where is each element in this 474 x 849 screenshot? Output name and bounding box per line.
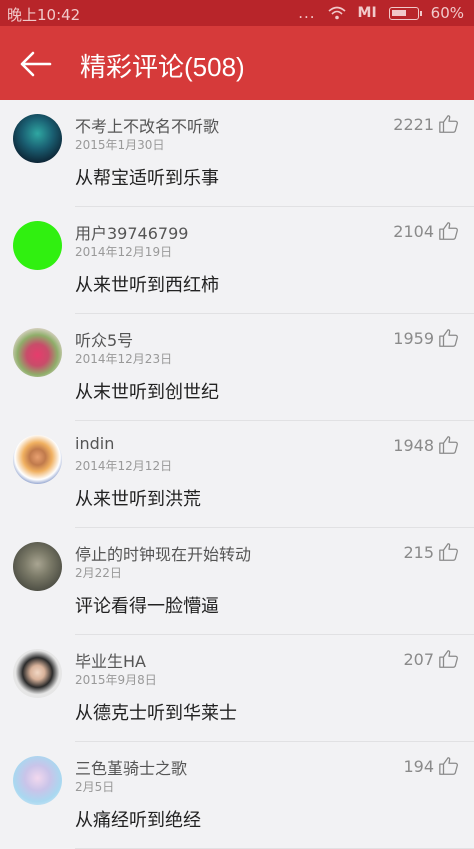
like-count: 215 xyxy=(403,542,434,562)
comment-item[interactable]: 用户39746799 2014年12月19日 从来世听到西红柿 2104 xyxy=(0,207,474,314)
status-time: 晚上10:42 xyxy=(7,6,81,24)
comment-username[interactable]: indin xyxy=(75,434,114,453)
like-button[interactable]: 207 xyxy=(403,648,460,670)
like-count: 2221 xyxy=(393,114,434,134)
comment-username[interactable]: 用户39746799 xyxy=(75,220,188,244)
comment-item[interactable]: 不考上不改名不听歌 2015年1月30日 从帮宝适听到乐事 2221 xyxy=(0,100,474,207)
page-title: 精彩评论(508) xyxy=(80,52,245,82)
like-button[interactable]: 2104 xyxy=(393,220,460,242)
comment-item[interactable]: 三色堇骑士之歌 2月5日 从痛经听到绝经 194 xyxy=(0,742,474,849)
battery-icon xyxy=(388,6,422,20)
thumbs-up-icon xyxy=(439,329,458,347)
like-button[interactable]: 215 xyxy=(403,541,460,563)
thumbs-up-icon xyxy=(439,543,458,561)
comment-list: 不考上不改名不听歌 2015年1月30日 从帮宝适听到乐事 2221 用户397… xyxy=(0,100,474,849)
avatar[interactable] xyxy=(13,328,62,377)
thumbs-up-icon xyxy=(439,436,458,454)
comment-text: 从末世听到创世纪 xyxy=(75,382,219,403)
comment-date: 2014年12月12日 xyxy=(75,459,173,473)
thumbs-up-icon xyxy=(439,757,458,775)
like-count: 2104 xyxy=(393,221,434,241)
thumbs-up-icon xyxy=(439,650,458,668)
comment-text: 从痛经听到绝经 xyxy=(75,810,201,831)
comment-text: 从来世听到洪荒 xyxy=(75,489,201,510)
comment-username[interactable]: 毕业生HA xyxy=(75,648,146,672)
app-bar: 精彩评论(508) xyxy=(0,26,474,100)
avatar[interactable] xyxy=(13,542,62,591)
avatar[interactable] xyxy=(13,435,62,484)
comment-text: 从帮宝适听到乐事 xyxy=(75,168,219,189)
like-count: 1959 xyxy=(393,328,434,348)
status-bar: 晚上10:42 ... MI 60% xyxy=(0,0,474,26)
avatar[interactable] xyxy=(13,221,62,270)
wifi-icon xyxy=(327,6,346,20)
thumbs-up-icon xyxy=(439,115,458,133)
comment-date: 2014年12月19日 xyxy=(75,245,173,259)
like-button[interactable]: 194 xyxy=(403,755,460,777)
comment-date: 2月5日 xyxy=(75,780,115,794)
comment-item[interactable]: 停止的时钟现在开始转动 2月22日 评论看得一脸懵逼 215 xyxy=(0,528,474,635)
back-button[interactable] xyxy=(18,48,54,80)
like-button[interactable]: 1959 xyxy=(393,327,460,349)
comment-text: 从来世听到西红柿 xyxy=(75,275,219,296)
comment-username[interactable]: 听众5号 xyxy=(75,327,133,351)
comment-text: 从德克士听到华莱士 xyxy=(75,703,237,724)
like-button[interactable]: 2221 xyxy=(393,113,460,135)
comment-text: 评论看得一脸懵逼 xyxy=(75,596,219,617)
avatar[interactable] xyxy=(13,649,62,698)
comment-item[interactable]: 听众5号 2014年12月23日 从末世听到创世纪 1959 xyxy=(0,314,474,421)
carrier-logo: MI xyxy=(357,5,377,21)
like-button[interactable]: 1948 xyxy=(393,434,460,456)
comment-date: 2015年1月30日 xyxy=(75,138,165,152)
comment-item[interactable]: indin 2014年12月12日 从来世听到洪荒 1948 xyxy=(0,421,474,528)
comment-date: 2月22日 xyxy=(75,566,122,580)
comment-date: 2015年9月8日 xyxy=(75,673,157,687)
comment-username[interactable]: 停止的时钟现在开始转动 xyxy=(75,541,251,565)
avatar[interactable] xyxy=(13,114,62,163)
comment-item[interactable]: 毕业生HA 2015年9月8日 从德克士听到华莱士 207 xyxy=(0,635,474,742)
comment-date: 2014年12月23日 xyxy=(75,352,173,366)
comment-username[interactable]: 不考上不改名不听歌 xyxy=(75,113,219,137)
arrow-left-icon xyxy=(20,51,52,77)
like-count: 194 xyxy=(403,756,434,776)
comment-username[interactable]: 三色堇骑士之歌 xyxy=(75,755,187,779)
like-count: 207 xyxy=(403,649,434,669)
avatar[interactable] xyxy=(13,756,62,805)
battery-percent: 60% xyxy=(430,4,464,22)
thumbs-up-icon xyxy=(439,222,458,240)
more-dots-icon: ... xyxy=(298,4,316,22)
status-icons: ... MI 60% xyxy=(298,4,464,22)
like-count: 1948 xyxy=(393,435,434,455)
